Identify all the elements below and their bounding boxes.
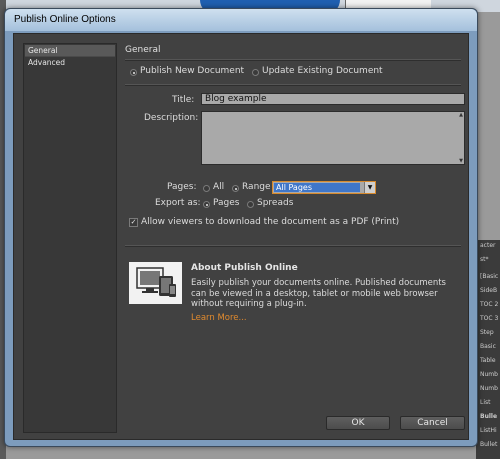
dialog-body: General Advanced General Publish New Doc… [13,33,469,440]
panel-row: [Basic [480,273,499,280]
dialog-title: Publish Online Options [14,14,116,25]
update-existing-radio[interactable] [252,69,259,76]
panel-row: TOC 2 [480,301,499,308]
panel-row: Step [480,329,494,336]
panel-row: SideB [480,287,498,294]
title-bar[interactable]: Publish Online Options [5,9,477,31]
panel-row: Numb [480,371,498,378]
allow-download-checkbox[interactable]: ✓ [129,218,138,227]
panel-row: Bulle [480,413,498,420]
panel-row: TOC 3 [480,315,499,322]
about-description: Easily publish your documents online. Pu… [191,278,446,309]
panel-row: Numb [480,385,498,392]
scroll-down-icon[interactable]: ▼ [459,158,463,164]
publish-new-label[interactable]: Publish New Document [140,66,244,76]
divider [125,245,461,247]
pages-range-label[interactable]: Range [242,182,271,192]
chevron-down-icon[interactable]: ▼ [364,182,375,193]
about-title: About Publish Online [191,263,298,273]
options-sidebar: General Advanced [23,43,117,433]
title-input[interactable]: Blog example [201,93,465,105]
section-title: General [125,45,161,55]
range-select[interactable]: All Pages ▼ [272,181,376,194]
scroll-up-icon[interactable]: ▲ [459,112,463,118]
export-label: Export as: [155,198,201,208]
description-label: Description: [144,113,199,123]
range-select-value: All Pages [274,183,360,192]
background-styles-panel: acter st* [Basic SideB TOC 2 TOC 3 Step … [476,240,500,459]
update-existing-label[interactable]: Update Existing Document [262,66,383,76]
pages-range-radio[interactable] [232,185,239,192]
pages-all-label[interactable]: All [213,182,224,192]
panel-row: List [480,399,491,406]
panel-row: st* [480,256,489,263]
sidebar-item-general[interactable]: General [25,45,115,56]
panel-row: ListHi [480,427,497,434]
description-textarea[interactable]: ▲ ▼ [201,111,465,165]
panel-row: Table [480,357,496,364]
pages-label: Pages: [167,182,197,192]
publish-online-dialog: Publish Online Options General Advanced … [4,8,478,447]
export-spreads-label[interactable]: Spreads [257,198,293,208]
divider [125,59,461,61]
divider [125,84,461,86]
export-pages-radio[interactable] [203,201,210,208]
cancel-button[interactable]: Cancel [400,416,465,430]
export-spreads-radio[interactable] [247,201,254,208]
title-label: Title: [172,95,195,105]
sidebar-item-advanced[interactable]: Advanced [25,56,115,67]
allow-download-label[interactable]: Allow viewers to download the document a… [141,217,399,227]
devices-icon [129,262,182,304]
pages-all-radio[interactable] [203,185,210,192]
ok-button[interactable]: OK [326,416,390,430]
panel-row: Basic [480,343,496,350]
publish-new-radio[interactable] [130,69,137,76]
learn-more-link[interactable]: Learn More... [191,313,247,323]
panel-row: Bullet [480,441,498,448]
export-pages-label[interactable]: Pages [213,198,239,208]
panel-row: acter [480,242,496,249]
